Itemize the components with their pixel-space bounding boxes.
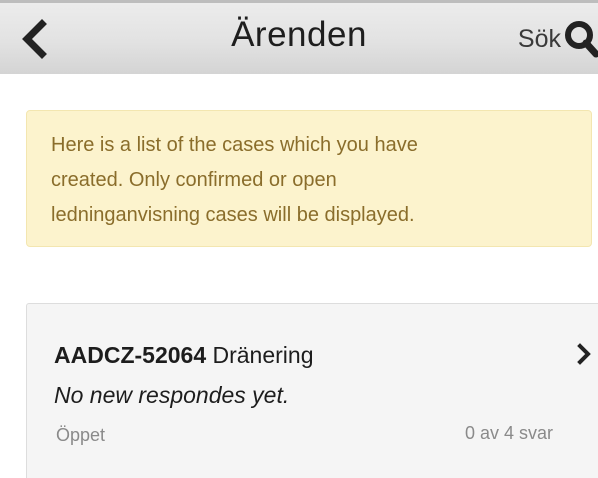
page-title: Ärenden: [231, 15, 367, 54]
info-line: created. Only confirmed or open: [51, 169, 337, 191]
info-alert: Here is a list of the cases which you ha…: [26, 110, 592, 247]
chevron-right-icon: [576, 342, 592, 366]
case-response-note: No new respondes yet.: [54, 382, 290, 408]
case-type: Dränering: [212, 342, 314, 368]
case-response-count: 0 av 4 svar: [464, 423, 553, 443]
info-line: ledninganvisning cases will be displayed…: [51, 204, 415, 226]
search-button[interactable]: Sök: [518, 17, 598, 61]
info-line: Here is a list of the cases which you ha…: [51, 134, 418, 156]
info-text: Here is a list of the cases which you ha…: [51, 128, 567, 233]
case-id: AADCZ-52064: [54, 342, 207, 368]
top-bar: Ärenden Sök: [0, 0, 598, 74]
magnifier-icon: [564, 20, 598, 58]
case-list-item[interactable]: AADCZ-52064 Dränering No new respondes y…: [26, 303, 598, 478]
app-screen: Ärenden Sök Here is a list of the cases …: [0, 0, 598, 478]
case-title: AADCZ-52064 Dränering: [54, 342, 314, 369]
search-label: Sök: [517, 24, 561, 53]
case-status: Öppet: [56, 425, 106, 445]
